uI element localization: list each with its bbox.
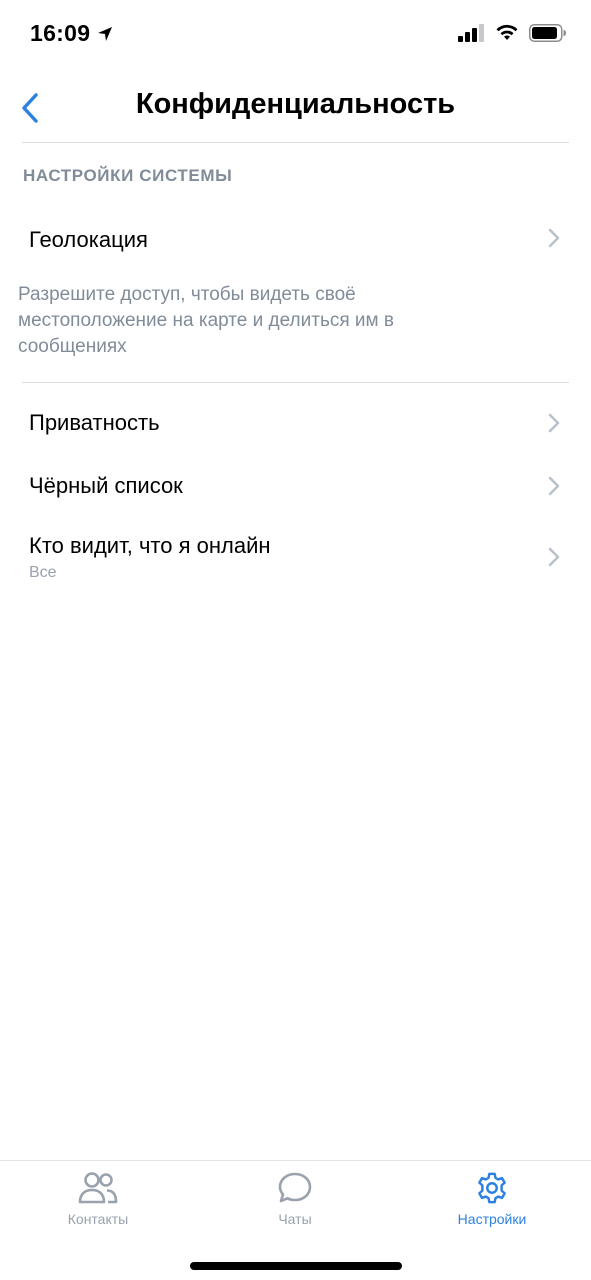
- online-visibility-value: Все: [29, 564, 57, 581]
- screen: 16:09 Конфиденциальность НАСТРОЙКИ СИСТЕ…: [0, 0, 591, 1280]
- chevron-right-icon: [548, 547, 560, 567]
- tab-contacts[interactable]: Контакты: [23, 1171, 173, 1227]
- tab-chats[interactable]: Чаты: [220, 1171, 370, 1227]
- blacklist-label: Чёрный список: [29, 473, 183, 498]
- location-arrow-icon: [98, 26, 113, 41]
- gear-icon: [478, 1172, 506, 1204]
- privacy-label: Приватность: [29, 410, 160, 435]
- chevron-right-icon: [548, 228, 560, 248]
- section-separator: [22, 382, 569, 383]
- nav-divider: [22, 142, 569, 143]
- online-visibility-cell[interactable]: Кто видит, что я онлайн Все: [0, 520, 591, 596]
- nav-bar: Конфиденциальность: [0, 72, 591, 142]
- cellular-signal-icon: [458, 24, 484, 42]
- status-time: 16:09: [30, 20, 114, 47]
- status-bar: 16:09: [0, 0, 591, 70]
- home-indicator: [190, 1262, 402, 1270]
- contacts-icon: [78, 1172, 118, 1204]
- geolocation-footer: Разрешите доступ, чтобы видеть своё мест…: [18, 284, 394, 357]
- tab-settings[interactable]: Настройки: [417, 1171, 567, 1227]
- status-time-text: 16:09: [30, 20, 91, 46]
- geolocation-cell[interactable]: Геолокация: [0, 206, 591, 272]
- section-header: НАСТРОЙКИ СИСТЕМЫ: [23, 166, 233, 185]
- page-title: Конфиденциальность: [135, 88, 456, 120]
- chat-bubble-icon: [278, 1172, 312, 1203]
- battery-icon: [529, 24, 566, 42]
- geolocation-label: Геолокация: [29, 227, 148, 252]
- chevron-right-icon: [548, 413, 560, 433]
- chevron-right-icon: [548, 476, 560, 496]
- blacklist-cell[interactable]: Чёрный список: [0, 456, 591, 518]
- tab-settings-label: Настройки: [457, 1211, 527, 1227]
- tab-chats-label: Чаты: [278, 1211, 312, 1227]
- tab-contacts-label: Контакты: [67, 1211, 129, 1227]
- privacy-cell[interactable]: Приватность: [0, 392, 591, 454]
- wifi-icon: [496, 24, 518, 40]
- status-indicators: [458, 24, 567, 42]
- online-visibility-label: Кто видит, что я онлайн: [29, 533, 271, 558]
